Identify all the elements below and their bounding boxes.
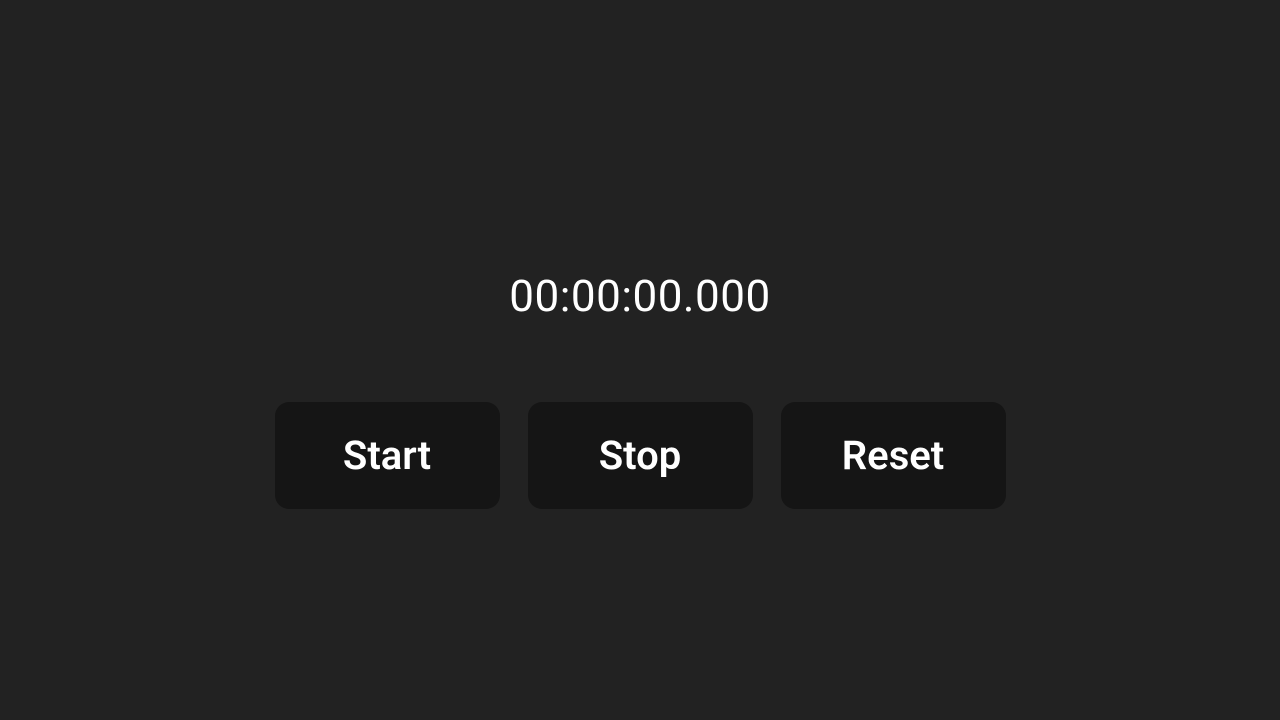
reset-button[interactable]: Reset <box>781 402 1006 509</box>
start-button[interactable]: Start <box>275 402 500 509</box>
stop-button[interactable]: Stop <box>528 402 753 509</box>
button-row: Start Stop Reset <box>275 402 1006 509</box>
timer-display: 00:00:00.000 <box>509 270 770 322</box>
